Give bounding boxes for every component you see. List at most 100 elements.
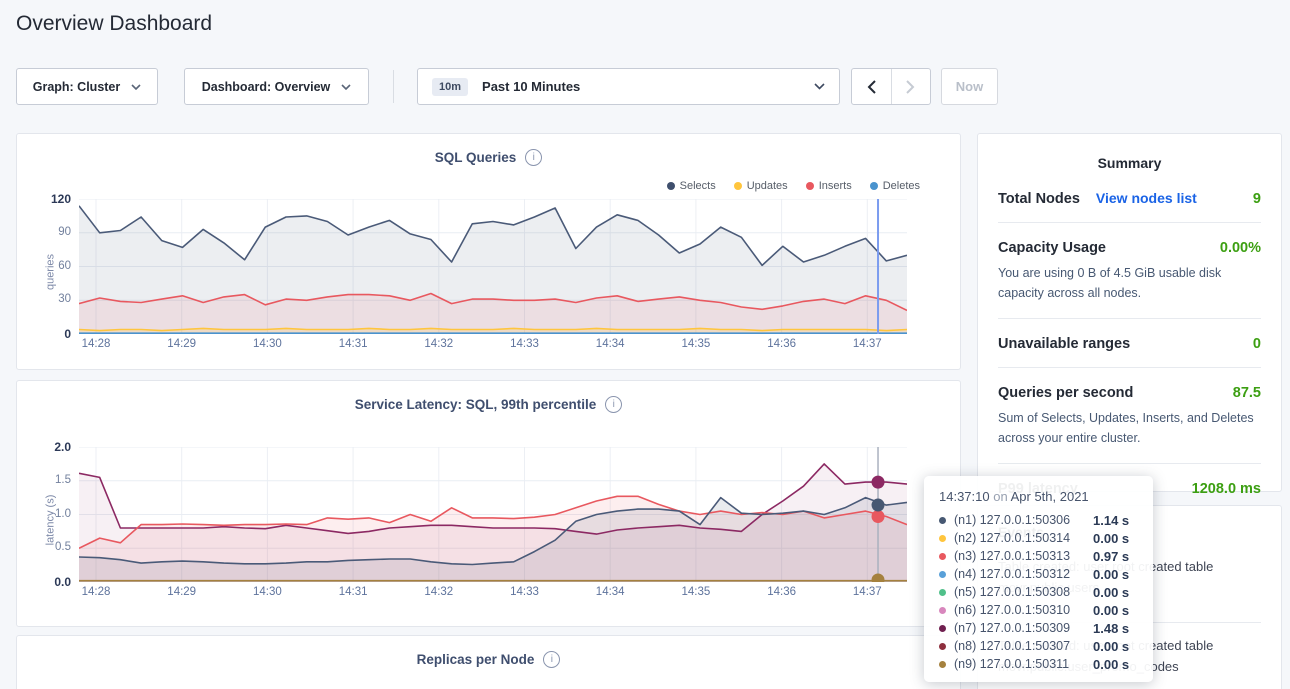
- node-address: (n3) 127.0.0.1:50313: [954, 549, 1085, 563]
- node-latency-value: 0.00 s: [1093, 603, 1129, 618]
- tooltip-node-row: (n9) 127.0.0.1:503110.00 s: [939, 655, 1153, 673]
- node-latency-value: 0.97 s: [1093, 549, 1129, 564]
- page-title: Overview Dashboard: [16, 12, 212, 36]
- chevron-down-icon: [814, 83, 825, 90]
- y-tick-label: 1.0: [17, 508, 71, 520]
- node-color-dot-icon: [939, 571, 946, 578]
- x-tick-label: 14:34: [585, 338, 635, 350]
- legend-item-updates: Updates: [734, 180, 788, 192]
- now-button[interactable]: Now: [941, 68, 998, 105]
- toolbar-divider: [393, 70, 394, 103]
- y-axis: 0.00.51.01.52.0: [17, 447, 71, 582]
- legend-item-inserts: Inserts: [806, 180, 852, 192]
- legend-dot-icon: [667, 182, 675, 190]
- node-color-dot-icon: [939, 661, 946, 668]
- total-nodes-label: Total Nodes: [998, 191, 1080, 207]
- y-tick-label: 120: [17, 192, 71, 206]
- chevron-down-icon: [341, 84, 351, 90]
- node-address: (n4) 127.0.0.1:50312: [954, 567, 1085, 581]
- x-axis: 14:2814:2914:3014:3114:3214:3314:3414:35…: [79, 586, 907, 602]
- node-color-dot-icon: [939, 607, 946, 614]
- view-nodes-list-link[interactable]: View nodes list: [1096, 190, 1197, 206]
- node-address: (n8) 127.0.0.1:50307: [954, 639, 1085, 653]
- node-latency-value: 1.48 s: [1093, 621, 1129, 636]
- graph-dropdown[interactable]: Graph: Cluster: [16, 68, 158, 105]
- legend-item-deletes: Deletes: [870, 180, 920, 192]
- legend-label: Deletes: [883, 180, 920, 192]
- chevron-left-icon: [867, 80, 876, 94]
- node-color-dot-icon: [939, 625, 946, 632]
- x-tick-label: 14:35: [671, 586, 721, 598]
- x-tick-label: 14:29: [157, 338, 207, 350]
- legend-dot-icon: [806, 182, 814, 190]
- legend-label: Updates: [747, 180, 788, 192]
- tooltip-node-row: (n5) 127.0.0.1:503080.00 s: [939, 583, 1153, 601]
- overview-dashboard-page: Overview Dashboard Graph: Cluster Dashbo…: [0, 0, 1290, 689]
- legend-dot-icon: [734, 182, 742, 190]
- capacity-usage-value: 0.00%: [1220, 240, 1261, 256]
- legend-label: Selects: [680, 180, 716, 192]
- summary-panel: Summary Total Nodes View nodes list 9 Ca…: [977, 133, 1282, 492]
- p99-latency-value: 1208.0 ms: [1192, 481, 1261, 497]
- tooltip-node-row: (n7) 127.0.0.1:503091.48 s: [939, 619, 1153, 637]
- node-latency-value: 0.00 s: [1093, 585, 1129, 600]
- x-tick-label: 14:36: [757, 586, 807, 598]
- unavailable-ranges-value: 0: [1253, 336, 1261, 352]
- service-latency-chart[interactable]: [79, 447, 907, 582]
- tooltip-node-row: (n1) 127.0.0.1:503061.14 s: [939, 511, 1153, 529]
- node-color-dot-icon: [939, 517, 946, 524]
- node-latency-value: 0.00 s: [1093, 639, 1129, 654]
- chart-title: SQL Queries: [435, 150, 517, 165]
- chevron-right-icon: [906, 80, 915, 94]
- x-tick-label: 14:31: [328, 586, 378, 598]
- tooltip-timestamp: 14:37:10 on Apr 5th, 2021: [939, 489, 1153, 504]
- x-tick-label: 14:29: [157, 586, 207, 598]
- time-pager: [851, 68, 931, 105]
- info-icon[interactable]: i: [543, 651, 560, 668]
- chart-legend: Selects Updates Inserts Deletes: [667, 180, 920, 192]
- y-tick-label: 1.5: [17, 474, 71, 486]
- y-tick-label: 60: [17, 260, 71, 272]
- x-tick-label: 14:31: [328, 338, 378, 350]
- x-tick-label: 14:33: [500, 586, 550, 598]
- sql-queries-card: SQL Queries i Selects Updates Inserts Delet…: [16, 133, 961, 370]
- y-tick-label: 2.0: [17, 440, 71, 454]
- x-tick-label: 14:28: [71, 586, 121, 598]
- y-axis: 0306090120: [17, 199, 71, 334]
- info-icon[interactable]: i: [605, 396, 622, 413]
- x-tick-label: 14:32: [414, 338, 464, 350]
- node-address: (n2) 127.0.0.1:50314: [954, 531, 1085, 545]
- tooltip-node-row: (n8) 127.0.0.1:50307 0.00 s: [939, 637, 1153, 655]
- x-tick-label: 14:34: [585, 586, 635, 598]
- service-latency-card: Service Latency: SQL, 99th percentile i …: [16, 380, 961, 627]
- time-prev-button[interactable]: [852, 69, 892, 104]
- time-next-button[interactable]: [892, 69, 931, 104]
- time-range-dropdown[interactable]: 10m Past 10 Minutes: [417, 68, 840, 105]
- queries-per-second-label: Queries per second: [998, 385, 1133, 401]
- node-address: (n1) 127.0.0.1:50306: [954, 513, 1085, 527]
- x-axis: 14:2814:2914:3014:3114:3214:3314:3414:35…: [79, 338, 907, 354]
- capacity-usage-description: You are using 0 B of 4.5 GiB usable disk…: [978, 263, 1281, 318]
- sql-queries-chart[interactable]: [79, 199, 907, 334]
- y-tick-label: 0.0: [17, 575, 71, 589]
- chart-hover-tooltip: 14:37:10 on Apr 5th, 2021 (n1) 127.0.0.1…: [924, 476, 1153, 682]
- node-color-dot-icon: [939, 535, 946, 542]
- x-tick-label: 14:37: [842, 338, 892, 350]
- capacity-usage-label: Capacity Usage: [998, 240, 1106, 256]
- node-color-dot-icon: [939, 643, 946, 650]
- info-icon[interactable]: i: [525, 149, 542, 166]
- legend-label: Inserts: [819, 180, 852, 192]
- x-tick-label: 14:30: [242, 338, 292, 350]
- legend-dot-icon: [870, 182, 878, 190]
- tooltip-node-row: (n4) 127.0.0.1:503120.00 s: [939, 565, 1153, 583]
- summary-title: Summary: [978, 155, 1281, 171]
- y-tick-label: 90: [17, 226, 71, 238]
- y-tick-label: 0.5: [17, 541, 71, 553]
- graph-dropdown-label: Graph: Cluster: [33, 80, 121, 94]
- chart-title: Service Latency: SQL, 99th percentile: [355, 397, 597, 412]
- x-tick-label: 14:36: [757, 338, 807, 350]
- node-latency-value: 0.00 s: [1093, 657, 1129, 672]
- node-color-dot-icon: [939, 553, 946, 560]
- dashboard-dropdown[interactable]: Dashboard: Overview: [184, 68, 369, 105]
- replicas-per-node-card: Replicas per Node i: [16, 635, 961, 689]
